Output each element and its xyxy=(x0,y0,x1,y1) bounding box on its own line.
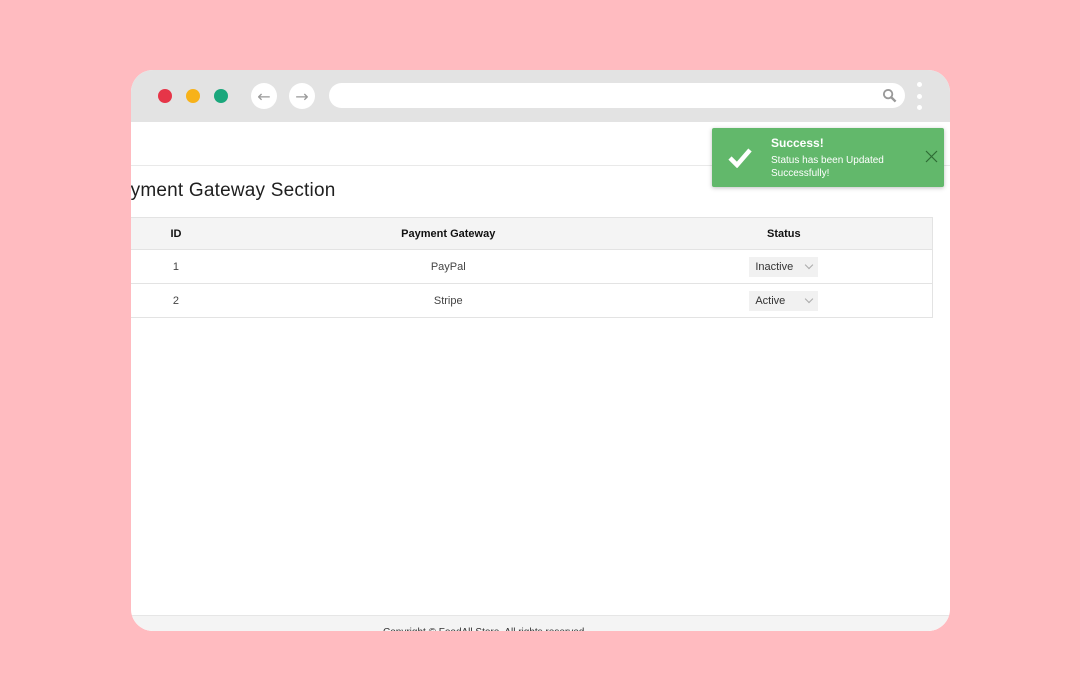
footer: Copyright © FoodAll Store. All rights re… xyxy=(131,615,950,631)
maximize-window-button[interactable] xyxy=(214,89,228,103)
arrow-right-icon: → xyxy=(295,86,309,106)
checkmark-icon xyxy=(728,148,752,168)
column-header-id: ID xyxy=(131,217,261,250)
table-row: 2 Stripe Active xyxy=(131,283,933,318)
search-icon[interactable] xyxy=(882,88,897,103)
close-window-button[interactable] xyxy=(158,89,172,103)
forward-button[interactable]: → xyxy=(289,83,315,109)
row-gateway: Stripe xyxy=(260,283,636,318)
back-button[interactable]: ← xyxy=(251,83,277,109)
column-header-gateway: Payment Gateway xyxy=(260,217,636,250)
address-bar[interactable] xyxy=(329,83,905,108)
table-row: 1 PayPal Inactive xyxy=(131,249,933,284)
page-title: Payment Gateway Section xyxy=(131,180,336,201)
chevron-down-icon xyxy=(805,260,814,270)
toast-title: Success! xyxy=(771,136,824,150)
minimize-window-button[interactable] xyxy=(186,89,200,103)
chevron-down-icon xyxy=(805,294,814,304)
page-content: Payment Gateway Section ID Payment Gatew… xyxy=(131,122,950,631)
payment-gateway-table: ID Payment Gateway Status 1 PayPal Inact… xyxy=(131,217,933,318)
status-select[interactable]: Active xyxy=(749,290,819,311)
close-icon[interactable] xyxy=(925,150,938,163)
row-id: 1 xyxy=(131,249,261,284)
browser-toolbar: ← → xyxy=(131,70,950,122)
arrow-left-icon: ← xyxy=(257,86,271,106)
status-select[interactable]: Inactive xyxy=(749,256,819,277)
row-gateway: PayPal xyxy=(260,249,636,284)
success-toast: Success! Status has been Updated Success… xyxy=(712,128,944,187)
status-value: Inactive xyxy=(755,260,794,273)
toast-message: Status has been Updated Successfully! xyxy=(771,155,884,179)
column-header-status: Status xyxy=(635,217,933,250)
status-value: Active xyxy=(755,294,786,307)
row-id: 2 xyxy=(131,283,261,318)
browser-menu-icon[interactable] xyxy=(917,82,923,110)
footer-copyright: Copyright © FoodAll Store. All rights re… xyxy=(383,627,587,631)
